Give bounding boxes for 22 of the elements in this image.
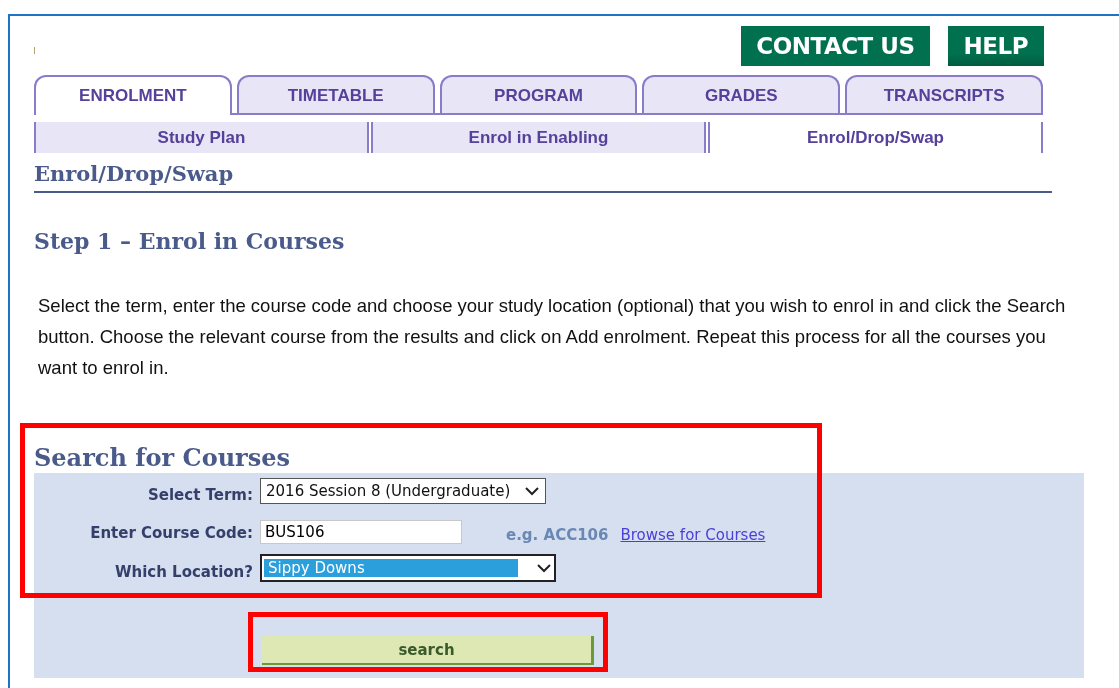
field-label: Enter Course Code:: [89, 523, 253, 542]
tab[interactable]: GRADES: [642, 75, 841, 113]
page-title: Enrol/Drop/Swap: [34, 161, 1052, 193]
tab[interactable]: TRANSCRIPTS: [845, 75, 1043, 113]
field-label: Which Location?: [113, 562, 253, 581]
subtab[interactable]: Study Plan: [34, 122, 369, 153]
tab[interactable]: PROGRAM: [439, 75, 638, 113]
example-hint: e.g. ACC106: [506, 526, 609, 544]
search-button[interactable]: search: [262, 636, 594, 665]
instructions-text: Select the term, enter the course code and choose your study location (optional) that you wish to enrol in and click the Search button. Choose the relevant course from the results and click on Add enrolment. Repeat this process for all the courses you want to enrol in.: [37, 294, 1067, 380]
subtab[interactable]: Enrol in Enabling: [371, 122, 706, 153]
tab[interactable]: TIMETABLE: [236, 75, 435, 113]
course-code-field[interactable]: BUS106: [260, 520, 462, 544]
section-heading: Search for Courses: [34, 443, 292, 473]
term-dropdown[interactable]: 2016 Session 8 (Undergraduate): [260, 478, 547, 504]
browse-link[interactable]: Browse for Courses: [620, 526, 766, 544]
step-heading: Step 1 – Enrol in Courses: [34, 228, 346, 254]
contact-button[interactable]: CONTACT US: [741, 26, 930, 66]
tab[interactable]: ENROLMENT: [34, 75, 232, 115]
subtab[interactable]: Enrol/Drop/Swap: [708, 122, 1043, 153]
field-label: Select Term:: [147, 485, 253, 504]
help-button[interactable]: HELP: [947, 26, 1044, 66]
